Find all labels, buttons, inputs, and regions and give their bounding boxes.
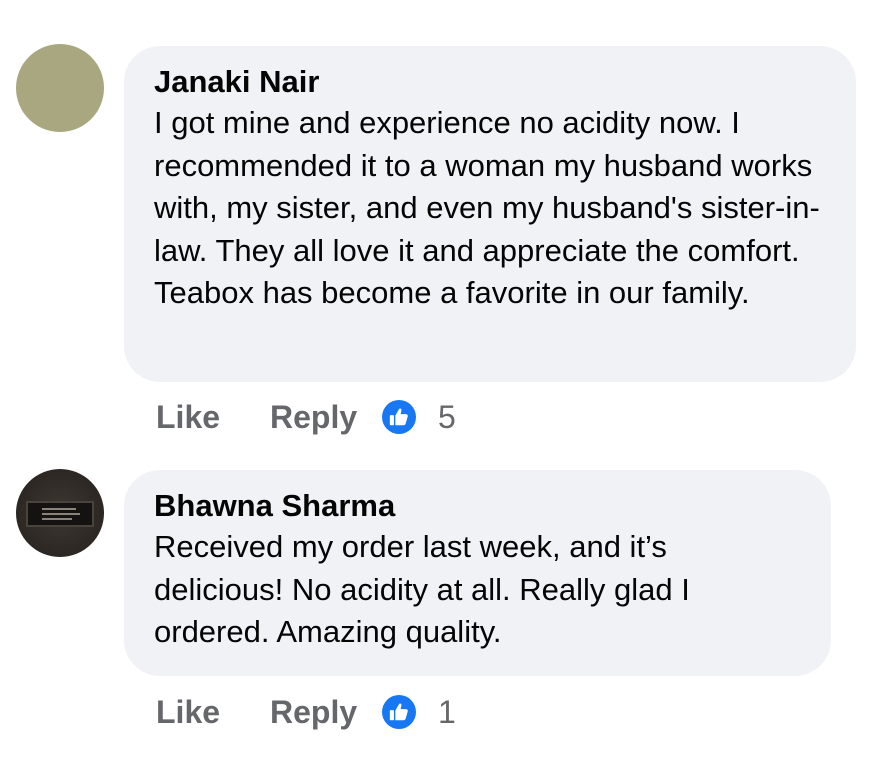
- comment-author[interactable]: Janaki Nair: [154, 63, 826, 101]
- thumbs-up-icon[interactable]: [382, 400, 416, 434]
- comment-actions: Like Reply 1: [156, 690, 456, 734]
- like-button[interactable]: Like: [156, 694, 270, 731]
- avatar[interactable]: [16, 469, 104, 557]
- avatar[interactable]: [16, 44, 104, 132]
- comment-author[interactable]: Bhawna Sharma: [154, 487, 801, 525]
- reply-button[interactable]: Reply: [270, 694, 382, 731]
- like-button[interactable]: Like: [156, 399, 270, 436]
- comment-bubble: Janaki Nair I got mine and experience no…: [124, 46, 856, 382]
- comment-text: I got mine and experience no acidity now…: [154, 105, 820, 310]
- comment-actions: Like Reply 5: [156, 395, 456, 439]
- like-count[interactable]: 5: [438, 399, 456, 436]
- comment-text: Received my order last week, and it’s de…: [154, 529, 690, 649]
- avatar-plaque-image: [26, 501, 94, 527]
- thumbs-up-icon[interactable]: [382, 695, 416, 729]
- like-count[interactable]: 1: [438, 694, 456, 731]
- comment-bubble: Bhawna Sharma Received my order last wee…: [124, 470, 831, 676]
- reply-button[interactable]: Reply: [270, 399, 382, 436]
